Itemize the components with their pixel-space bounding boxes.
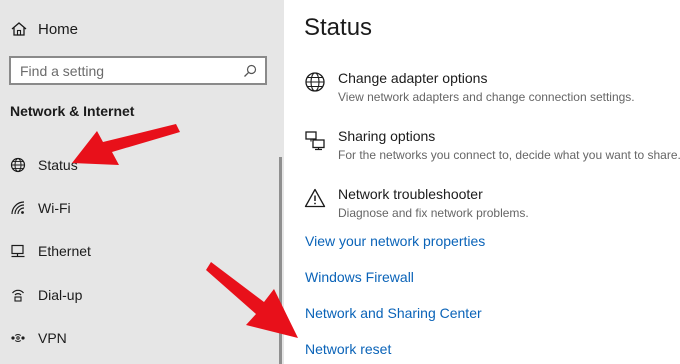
main-content: Status Change adapter options View netwo…	[284, 0, 680, 364]
sidebar-item-vpn[interactable]: VPN	[10, 326, 67, 350]
wifi-icon	[10, 200, 26, 216]
globe-icon	[304, 70, 326, 94]
option-title: Network troubleshooter	[338, 186, 483, 202]
sidebar-item-label: Wi-Fi	[38, 200, 71, 216]
windows-firewall-link[interactable]: Windows Firewall	[305, 269, 414, 285]
ethernet-icon	[10, 243, 26, 259]
sidebar-item-label: Dial-up	[38, 287, 83, 303]
sidebar-item-label: Ethernet	[38, 243, 91, 259]
network-sharing-center-link[interactable]: Network and Sharing Center	[305, 305, 482, 321]
dialup-icon	[10, 287, 26, 303]
sidebar-item-ethernet[interactable]: Ethernet	[10, 239, 91, 263]
view-network-properties-link[interactable]: View your network properties	[305, 233, 485, 249]
option-title: Change adapter options	[338, 70, 488, 86]
sidebar-scrollbar[interactable]	[279, 157, 282, 364]
network-reset-link[interactable]: Network reset	[305, 341, 391, 357]
sidebar: Home Find a setting Network & Internet S…	[0, 0, 284, 364]
warning-icon	[304, 186, 326, 210]
home-icon	[10, 20, 28, 38]
sidebar-item-dialup[interactable]: Dial-up	[10, 283, 82, 307]
sidebar-item-label: VPN	[38, 330, 67, 346]
sidebar-item-status[interactable]: Status	[10, 153, 78, 177]
network-troubleshooter[interactable]: Network troubleshooter Diagnose and fix …	[304, 185, 529, 221]
section-title: Network & Internet	[10, 103, 135, 119]
sidebar-item-wifi[interactable]: Wi-Fi	[10, 196, 71, 220]
option-title: Sharing options	[338, 128, 436, 144]
search-input[interactable]: Find a setting	[9, 56, 267, 85]
search-icon[interactable]	[243, 64, 257, 78]
home-label: Home	[38, 20, 79, 38]
option-description: For the networks you connect to, decide …	[338, 148, 680, 162]
sharing-icon	[304, 128, 326, 152]
change-adapter-options[interactable]: Change adapter options View network adap…	[304, 69, 635, 105]
globe-icon	[10, 157, 26, 173]
option-description: View network adapters and change connect…	[338, 90, 635, 104]
vpn-icon	[10, 330, 26, 346]
sharing-options[interactable]: Sharing options For the networks you con…	[304, 127, 680, 163]
page-title: Status	[304, 14, 373, 41]
option-description: Diagnose and fix network problems.	[338, 206, 529, 220]
sidebar-item-label: Status	[38, 157, 78, 173]
search-placeholder: Find a setting	[20, 62, 105, 79]
home-nav-item[interactable]: Home	[10, 18, 78, 40]
